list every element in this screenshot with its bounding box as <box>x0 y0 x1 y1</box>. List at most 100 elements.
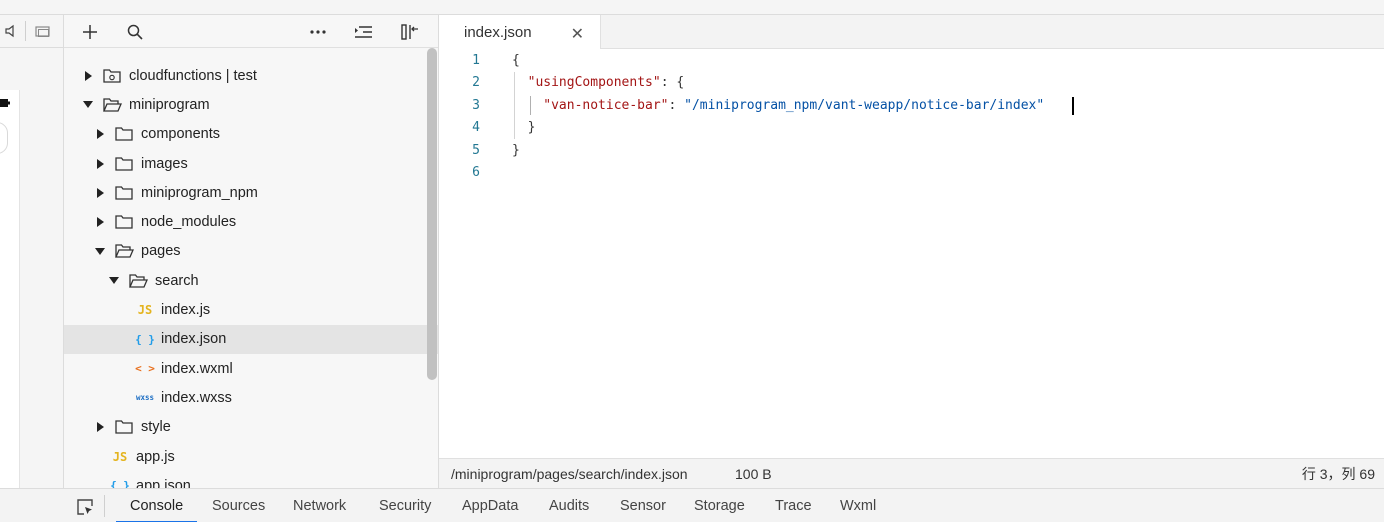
collapse-icon[interactable] <box>353 21 375 43</box>
code-line[interactable]: 5} <box>439 139 1384 162</box>
wxml-file-icon: < > <box>135 362 155 376</box>
chevron-right-icon[interactable] <box>94 158 106 170</box>
json-string: "/miniprogram_npm/vant-weapp/notice-bar/… <box>684 97 1045 113</box>
status-bar: /miniprogram/pages/search/index.json 100… <box>439 458 1384 488</box>
file-path: /miniprogram/pages/search/index.json <box>451 465 688 482</box>
tree-item-label: index.wxss <box>161 389 232 406</box>
tree-item[interactable]: pages <box>64 237 438 266</box>
plus-icon[interactable] <box>79 21 101 43</box>
tab-wxml[interactable]: Wxml <box>840 489 876 522</box>
line-number: 5 <box>472 142 480 158</box>
json-file-icon: { } <box>135 332 155 346</box>
code-text: "van-notice-bar": "/miniprogram_npm/vant… <box>543 98 1044 113</box>
file-tree: cloudfunctions | test miniprogram componen… <box>64 48 438 488</box>
tree-item[interactable]: cloudfunctions | test <box>64 61 438 90</box>
tab-trace[interactable]: Trace <box>775 489 812 522</box>
code-area[interactable]: 1{2 "usingComponents": {3 "van-notice-bar"… <box>439 49 1384 458</box>
line-number: 1 <box>472 52 480 68</box>
indent-guide <box>529 96 531 115</box>
line-number: 6 <box>472 165 480 181</box>
tab-audits[interactable]: Audits <box>549 489 589 522</box>
code-text: } <box>528 120 536 135</box>
tree-item[interactable]: miniprogram <box>64 90 438 119</box>
code-line[interactable]: 3 "van-notice-bar": "/miniprogram_npm/van… <box>439 94 1384 117</box>
file-size: 100 B <box>735 465 772 482</box>
more-icon[interactable] <box>307 21 329 43</box>
folder-icon <box>114 156 134 172</box>
tab-network[interactable]: Network <box>293 489 346 522</box>
chevron-down-icon[interactable] <box>82 99 94 111</box>
chevron-right-icon[interactable] <box>94 421 106 433</box>
tab-index-json[interactable]: index.json ✕ <box>439 15 601 49</box>
capsule-button[interactable] <box>0 122 8 154</box>
cursor-position[interactable]: 行 3，列 69 <box>1302 464 1375 484</box>
close-icon[interactable]: ✕ <box>571 24 584 44</box>
tab-sources[interactable]: Sources <box>212 489 265 522</box>
tree-item-label: components <box>141 126 220 143</box>
json-key: "van-notice-bar" <box>543 97 669 113</box>
battery-icon <box>0 95 10 107</box>
line-number: 2 <box>472 75 480 91</box>
tab-appdata[interactable]: AppData <box>462 489 518 522</box>
tree-item-label: app.json <box>136 477 191 488</box>
tree-item-label: cloudfunctions | test <box>129 67 257 84</box>
search-icon[interactable] <box>124 21 146 43</box>
code-editor: index.json ✕ 1{2 "usingComponents": {3 "va… <box>439 15 1384 488</box>
text-cursor <box>1072 97 1074 115</box>
code-line[interactable]: 2 "usingComponents": { <box>439 72 1384 95</box>
line-number: 4 <box>472 120 480 136</box>
inspect-element-icon[interactable] <box>76 498 94 516</box>
file-explorer: cloudfunctions | test miniprogram componen… <box>64 15 439 488</box>
tree-item[interactable]: < > index.wxml <box>64 354 438 383</box>
explorer-scrollbar[interactable] <box>427 48 437 380</box>
code-line[interactable]: 4} <box>439 117 1384 140</box>
code-text: { <box>512 53 520 68</box>
chevron-right-icon[interactable] <box>94 128 106 140</box>
tab-storage[interactable]: Storage <box>694 489 745 522</box>
folder-icon <box>114 185 134 201</box>
tab-sensor[interactable]: Sensor <box>620 489 666 522</box>
tab-label: index.json <box>464 23 532 41</box>
volume-icon[interactable] <box>4 24 16 38</box>
tree-item-label: index.json <box>161 331 227 348</box>
chevron-down-icon[interactable] <box>108 275 120 287</box>
tree-item-label: miniprogram <box>129 96 210 113</box>
tree-item[interactable]: miniprogram_npm <box>64 178 438 207</box>
code-line[interactable]: 1{ <box>439 49 1384 72</box>
code-line[interactable]: 6 <box>439 162 1384 185</box>
folder-icon <box>114 126 134 142</box>
menu-bar-strip <box>0 0 1384 15</box>
chevron-right-icon[interactable] <box>94 187 106 199</box>
simulator-panel <box>0 15 64 488</box>
tree-item[interactable]: JS index.js <box>64 295 438 324</box>
chevron-right-icon[interactable] <box>94 216 106 228</box>
line-number: 3 <box>472 97 480 113</box>
tree-item[interactable]: style <box>64 413 438 442</box>
cloud-folder-icon <box>102 68 122 84</box>
tree-item[interactable]: { } index.json <box>64 324 438 354</box>
tree-item[interactable]: JS app.js <box>64 442 438 471</box>
editor-tabbar: index.json ✕ <box>439 15 1384 49</box>
tree-item-label: search <box>155 272 199 289</box>
tab-security[interactable]: Security <box>379 489 431 522</box>
tree-item[interactable]: wxss index.wxss <box>64 383 438 412</box>
simulator-screen[interactable] <box>0 90 20 488</box>
tree-item-label: index.wxml <box>161 360 233 377</box>
tree-item-label: app.js <box>136 448 175 465</box>
screen-icon[interactable] <box>35 25 51 37</box>
tree-item[interactable]: { } app.json <box>64 471 438 488</box>
js-file-icon: JS <box>137 303 153 318</box>
indent-guide <box>514 71 515 139</box>
js-file-icon: JS <box>112 449 128 464</box>
chevron-right-icon[interactable] <box>82 70 94 82</box>
layout-icon[interactable] <box>399 21 421 43</box>
devtools-tabbar: Console Sources Network Security AppData Audi… <box>0 488 1384 522</box>
tree-item[interactable]: node_modules <box>64 207 438 236</box>
tab-console[interactable]: Console <box>115 489 198 522</box>
tree-item[interactable]: components <box>64 120 438 149</box>
tree-item[interactable]: images <box>64 149 438 178</box>
tree-item[interactable]: search <box>64 266 438 295</box>
code-text: } <box>512 143 520 158</box>
chevron-down-icon[interactable] <box>94 245 106 257</box>
folder-icon <box>114 214 134 230</box>
